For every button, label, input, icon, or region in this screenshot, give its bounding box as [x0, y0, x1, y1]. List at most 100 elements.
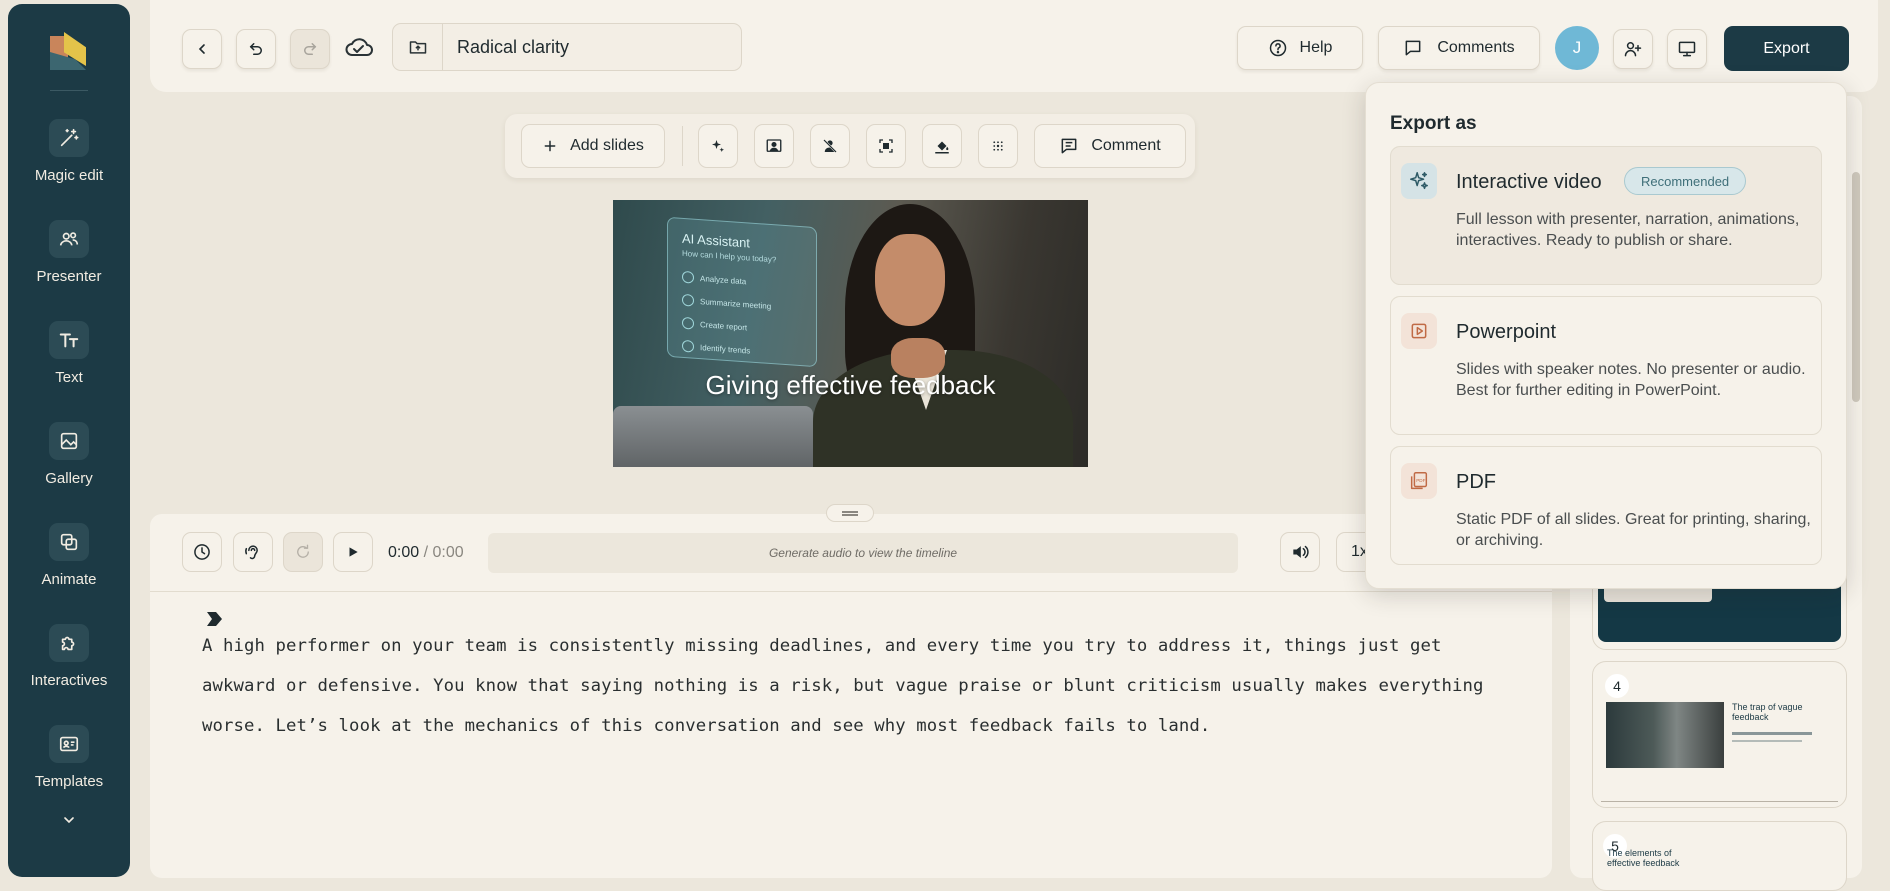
- refresh-icon: [297, 544, 309, 558]
- present-button[interactable]: [1667, 29, 1707, 69]
- comment-lines-icon: [1061, 138, 1077, 154]
- option-title: PDF: [1456, 471, 1496, 493]
- slide-number: 4: [1605, 674, 1629, 698]
- chevron-left-icon: [198, 44, 205, 54]
- slide-thumbnail[interactable]: 5 The elements of effective feedback: [1592, 821, 1847, 891]
- clock-icon: [194, 544, 210, 560]
- export-option-powerpoint[interactable]: Powerpoint Slides with speaker notes. No…: [1390, 296, 1822, 435]
- comments-button[interactable]: Comments: [1378, 26, 1540, 70]
- paint-bucket-icon: [935, 141, 949, 154]
- slide-thumbnail-image: [1606, 702, 1724, 768]
- pdf-icon: PDF: [1401, 463, 1437, 499]
- play-button[interactable]: [333, 532, 373, 572]
- option-description: Static PDF of all slides. Great for prin…: [1456, 511, 1811, 549]
- export-button[interactable]: Export: [1724, 26, 1849, 71]
- export-heading: Export as: [1390, 113, 1477, 134]
- slide-preview[interactable]: AI Assistant How can I help you today? A…: [613, 200, 1088, 467]
- volume-icon: [1293, 545, 1309, 559]
- sidebar-divider: [50, 90, 88, 91]
- sidebar-item-label: Gallery: [45, 470, 93, 487]
- add-user-button[interactable]: [1613, 29, 1653, 69]
- sidebar-item-label: Presenter: [36, 268, 102, 285]
- volume-button[interactable]: [1280, 532, 1320, 572]
- panel-item: Identify trends: [682, 339, 750, 357]
- undo-icon: [249, 43, 262, 55]
- add-slides-button[interactable]: Add slides: [521, 124, 665, 168]
- slide-thumbnail-title: The elements of effective feedback: [1607, 848, 1680, 868]
- help-icon: [1269, 39, 1286, 57]
- recommended-badge: Recommended: [1624, 167, 1747, 195]
- panel-item: Create report: [682, 316, 747, 334]
- thumbnail-divider: [1601, 801, 1838, 802]
- people-icon: [48, 220, 89, 258]
- image-frame-icon: [879, 139, 893, 153]
- text-icon: [49, 321, 89, 359]
- folder-icon[interactable]: [393, 24, 443, 70]
- time-display: 0:00 / 0:00: [388, 544, 464, 562]
- audio-timeline[interactable]: Generate audio to view the timeline: [488, 533, 1238, 573]
- crop-image-button[interactable]: [866, 124, 906, 168]
- project-title-field[interactable]: Radical clarity: [392, 23, 742, 71]
- script-text[interactable]: A high performer on your team is consist…: [202, 626, 1522, 746]
- top-bar: Radical clarity Help Comments J Export: [150, 0, 1878, 92]
- comment-label: Comment: [1091, 137, 1161, 154]
- resize-handle[interactable]: [826, 504, 874, 522]
- slide-toolbar: Add slides Comment: [505, 114, 1195, 178]
- plus-icon: [544, 140, 556, 152]
- slide-thumbnail-bullet: [1732, 740, 1802, 742]
- add-slides-label: Add slides: [570, 137, 644, 154]
- comments-label: Comments: [1437, 39, 1515, 56]
- help-button[interactable]: Help: [1237, 26, 1363, 70]
- comment-icon: [1405, 40, 1421, 56]
- export-option-pdf[interactable]: PDF PDF Static PDF of all slides. Great …: [1390, 446, 1822, 565]
- undo-button[interactable]: [236, 29, 276, 69]
- background-button[interactable]: [978, 124, 1018, 168]
- help-label: Help: [1299, 39, 1333, 56]
- presenter-frame-button[interactable]: [754, 124, 794, 168]
- template-icon: [49, 725, 89, 763]
- app-logo: [50, 32, 88, 70]
- cloud-saved-icon: [343, 34, 375, 60]
- option-description: Slides with speaker notes. No presenter …: [1456, 361, 1806, 399]
- presenter-frame-icon: [766, 139, 782, 152]
- slides-scrollbar[interactable]: [1852, 172, 1860, 402]
- option-title: Powerpoint: [1456, 321, 1557, 343]
- add-user-icon: [1624, 42, 1642, 57]
- hide-presenter-button[interactable]: [810, 124, 850, 168]
- slide-thumbnail[interactable]: 4 The trap of vague feedback: [1592, 661, 1847, 808]
- sidebar-item-label: Interactives: [30, 672, 108, 689]
- redo-button[interactable]: [290, 29, 330, 69]
- export-dropdown: Export as Interactive video Recommended …: [1365, 82, 1847, 589]
- clock-button[interactable]: [182, 532, 222, 572]
- editor-divider: [150, 591, 1552, 592]
- sidebar-item-magic-edit[interactable]: Magic edit: [35, 119, 103, 220]
- sidebar-item-templates[interactable]: Templates: [35, 725, 103, 826]
- voice-button[interactable]: [233, 532, 273, 572]
- sparkle-icon: [1401, 163, 1437, 199]
- sparkle-icon: [712, 140, 724, 152]
- ai-sparkle-button[interactable]: [698, 124, 738, 168]
- avatar[interactable]: J: [1555, 26, 1599, 70]
- comment-button[interactable]: Comment: [1034, 124, 1186, 168]
- back-button[interactable]: [182, 29, 222, 69]
- layers-icon: [49, 523, 89, 561]
- slide-thumbnail-card: [1604, 588, 1712, 602]
- sidebar-item-animate[interactable]: Animate: [41, 523, 97, 624]
- sidebar-item-text[interactable]: Text: [49, 321, 89, 422]
- sidebar-item-interactives[interactable]: Interactives: [30, 624, 108, 725]
- slide-title[interactable]: Giving effective feedback: [613, 372, 1088, 399]
- fill-color-button[interactable]: [922, 124, 962, 168]
- sidebar-item-gallery[interactable]: Gallery: [45, 422, 93, 523]
- scene-marker-icon[interactable]: [207, 612, 223, 626]
- current-time: 0:00: [388, 544, 420, 561]
- sidebar-item-presenter[interactable]: Presenter: [36, 220, 102, 321]
- export-option-interactive-video[interactable]: Interactive video Recommended Full lesso…: [1390, 146, 1822, 285]
- svg-text:PDF: PDF: [1416, 478, 1425, 483]
- sidebar: Magic edit Presenter Text Gallery Animat…: [8, 4, 130, 877]
- sidebar-item-label: Animate: [41, 571, 97, 588]
- regenerate-audio-button[interactable]: [283, 532, 323, 572]
- sidebar-item-label: Text: [55, 369, 83, 386]
- project-title[interactable]: Radical clarity: [443, 37, 569, 58]
- panel-item: Analyze data: [682, 270, 746, 287]
- chevron-down-icon[interactable]: [61, 812, 77, 828]
